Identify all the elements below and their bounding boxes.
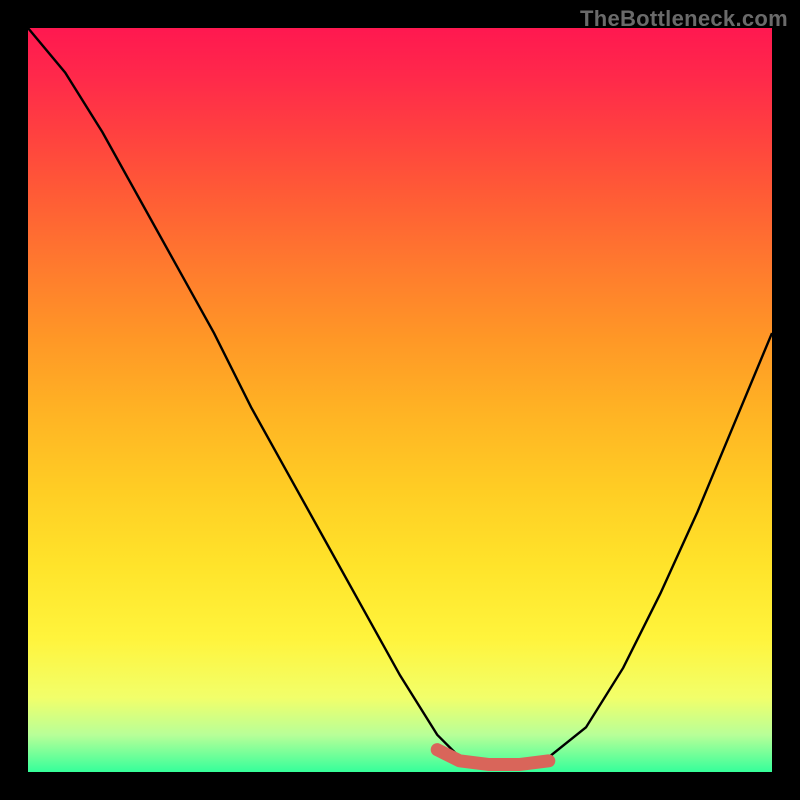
curve-path: [28, 28, 772, 765]
chart-frame: TheBottleneck.com: [0, 0, 800, 800]
watermark-text: TheBottleneck.com: [580, 6, 788, 32]
optimal-band-marker: [437, 750, 549, 765]
plot-area: [28, 28, 772, 772]
bottleneck-curve: [28, 28, 772, 772]
